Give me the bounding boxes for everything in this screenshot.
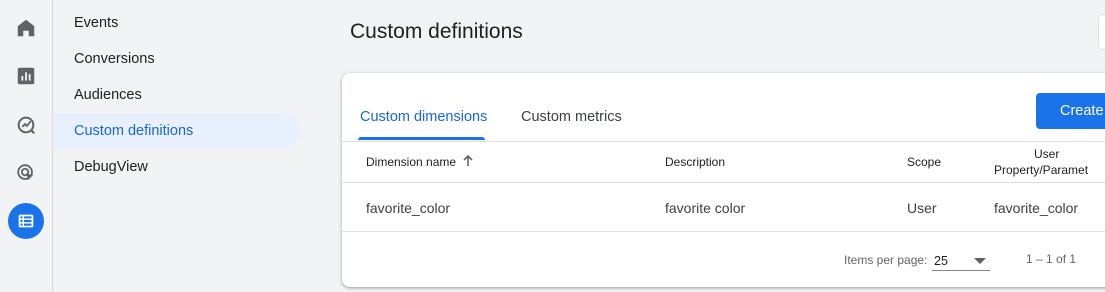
cell-description: favorite color — [665, 200, 746, 216]
nav-item-label: DebugView — [74, 159, 148, 175]
items-per-page-value: 25 — [934, 254, 948, 268]
definitions-card — [342, 73, 1105, 287]
nav-item-conversions[interactable]: Conversions — [54, 41, 300, 77]
advertising-icon[interactable] — [8, 155, 44, 191]
cell-scope: User — [907, 200, 937, 216]
icon-rail — [0, 0, 53, 292]
nav-item-events[interactable]: Events — [54, 5, 300, 41]
column-header-description[interactable]: Description — [665, 155, 725, 169]
tabs-divider — [342, 141, 1105, 142]
tab-custom-dimensions[interactable]: Custom dimensions — [358, 109, 489, 149]
nav-item-label: Conversions — [74, 51, 155, 67]
column-header-scope[interactable]: Scope — [907, 155, 941, 169]
cell-user-property: favorite_color — [994, 200, 1079, 216]
items-per-page-select[interactable]: 25 — [932, 249, 990, 271]
row-divider — [342, 231, 1105, 232]
configure-icon[interactable] — [8, 203, 44, 239]
home-icon[interactable] — [8, 10, 44, 46]
create-button[interactable]: Create — [1036, 93, 1105, 129]
nav-item-custom-definitions[interactable]: Custom definitions — [54, 113, 300, 149]
header-action-button[interactable] — [1098, 14, 1105, 50]
column-header-dimension-name[interactable]: Dimension name — [366, 155, 456, 169]
nav-item-label: Events — [74, 15, 119, 31]
configure-subnav: Events Conversions Audiences Custom defi… — [54, 0, 314, 292]
tab-custom-metrics[interactable]: Custom metrics — [519, 109, 624, 149]
nav-item-audiences[interactable]: Audiences — [54, 77, 300, 113]
reports-icon[interactable] — [8, 58, 44, 94]
active-tab-indicator — [358, 137, 485, 140]
column-header-user-property-line1[interactable]: User — [1034, 147, 1059, 161]
nav-item-label: Audiences — [74, 87, 142, 103]
dropdown-arrow-icon — [974, 258, 986, 264]
pagination-range: 1 – 1 of 1 — [1026, 252, 1077, 266]
page-title: Custom definitions — [350, 20, 523, 43]
items-per-page-label: Items per page: — [844, 253, 928, 267]
sort-arrow-up-icon[interactable] — [461, 154, 475, 168]
column-header-user-property-line2[interactable]: Property/Paramet — [994, 163, 1088, 177]
cell-dimension-name: favorite_color — [366, 200, 451, 216]
nav-item-label: Custom definitions — [74, 123, 194, 139]
explore-icon[interactable] — [8, 107, 44, 143]
nav-item-debugview[interactable]: DebugView — [54, 149, 300, 185]
header-divider — [342, 182, 1105, 183]
